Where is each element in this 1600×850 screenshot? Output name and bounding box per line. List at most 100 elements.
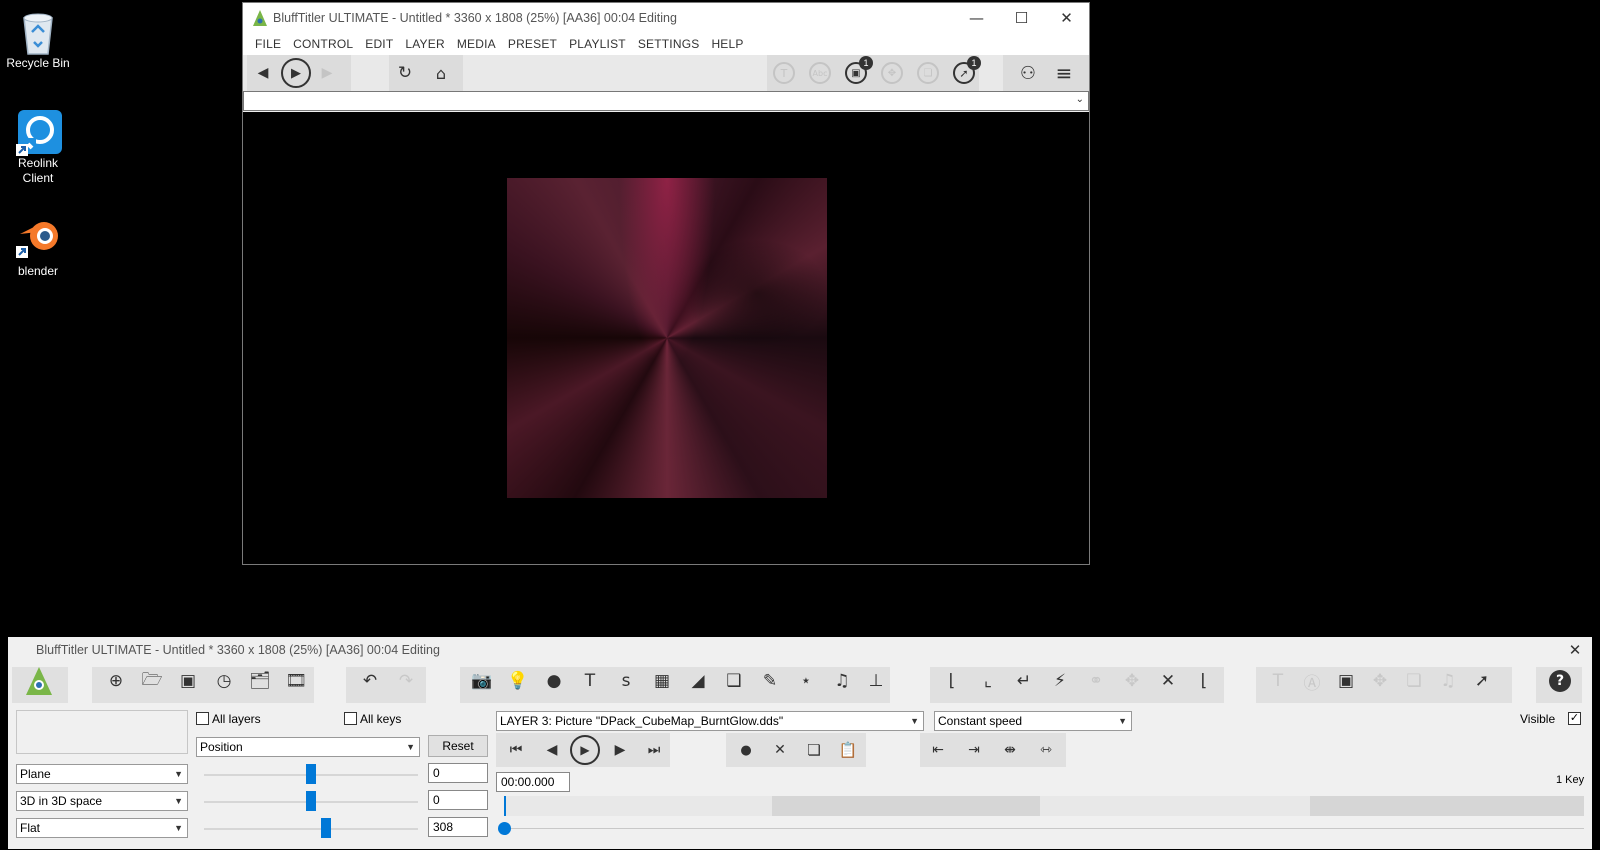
slider-thumb-z[interactable] (320, 818, 331, 838)
record-key-icon[interactable]: ● (732, 737, 760, 763)
slider-thumb-x[interactable] (306, 764, 316, 784)
all-keys-checkbox[interactable] (344, 712, 357, 725)
menu-playlist[interactable]: PLAYLIST (563, 37, 632, 51)
forward-arrow-icon[interactable]: ▶ (317, 63, 337, 83)
effects-icon[interactable]: ⋆ (788, 667, 824, 695)
undo-icon[interactable]: ↶ (352, 667, 388, 695)
open-folder-icon[interactable]: 🗁 (134, 667, 170, 695)
editor-close-button[interactable]: ✕ (1558, 637, 1592, 663)
menu-layer[interactable]: LAYER (399, 37, 450, 51)
speed-select[interactable]: Constant speed ▼ (934, 711, 1132, 731)
value-field-y[interactable]: 0 (428, 790, 488, 810)
menu-control[interactable]: CONTROL (287, 37, 359, 51)
previous-key-icon[interactable]: ◀ (538, 737, 566, 763)
desktop-icon-blender[interactable]: blender (4, 216, 72, 279)
light-icon[interactable]: 💡 (500, 667, 536, 695)
reset-button[interactable]: Reset (428, 735, 488, 757)
timeline-cursor[interactable] (504, 796, 506, 816)
cube-icon[interactable]: ❑ (716, 667, 752, 695)
minimize-button[interactable]: — (954, 3, 999, 33)
go-to-end-icon[interactable]: ⏭ (640, 737, 668, 763)
picture-layer-preview[interactable] (507, 178, 827, 498)
align-right-icon[interactable]: ⇥ (960, 737, 988, 763)
split-icon[interactable]: ⇿ (1032, 737, 1060, 763)
back-arrow-icon[interactable]: ◀ (253, 63, 273, 83)
particles-icon[interactable]: ● (536, 667, 572, 695)
menu-help[interactable]: HELP (705, 37, 749, 51)
paint-icon[interactable]: ✎ (752, 667, 788, 695)
new-show-icon[interactable]: ⊕ (98, 667, 134, 695)
camera-icon[interactable]: 📷 (464, 667, 500, 695)
explode-icon[interactable]: ✥ (1114, 667, 1150, 695)
stretch-icon[interactable]: ⇼ (996, 737, 1024, 763)
music-effect-icon[interactable]: ♫ (1430, 667, 1466, 695)
value-field-z[interactable]: 308 (428, 817, 488, 837)
desktop-icon-recycle-bin[interactable]: Recycle Bin (4, 8, 72, 71)
hamburger-menu-icon[interactable]: ≡ (1049, 61, 1079, 85)
picture-layer-icon[interactable]: ▦ (644, 667, 680, 695)
abc-icon[interactable]: Abc (809, 62, 831, 84)
lightning-icon[interactable]: ⚡ (1042, 667, 1078, 695)
next-key-icon[interactable]: ▶ (606, 737, 634, 763)
preview-combo-box[interactable]: ⌄ (243, 91, 1089, 111)
attach-layer-icon[interactable]: ⌊ (934, 667, 970, 695)
all-layers-checkbox[interactable] (196, 712, 209, 725)
redo-icon[interactable]: ↷ (388, 667, 424, 695)
hierarchy-icon[interactable]: ⌊ (1186, 667, 1222, 695)
preview-canvas[interactable] (243, 112, 1089, 564)
picture-effect-icon[interactable]: ▣ (1328, 667, 1364, 695)
menu-media[interactable]: MEDIA (451, 37, 502, 51)
scrub-handle[interactable] (498, 822, 511, 835)
delete-key-icon[interactable]: ✕ (766, 737, 794, 763)
symbol-icon[interactable]: s (608, 667, 644, 695)
abc-effect-icon[interactable]: Ⓐ (1294, 667, 1330, 695)
text-icon[interactable]: T (572, 667, 608, 695)
go-to-start-icon[interactable]: ⏮ (502, 737, 530, 763)
property-select[interactable]: Position ▼ (196, 737, 420, 757)
visible-checkbox[interactable]: ✓ (1568, 712, 1581, 725)
path-icon[interactable]: ◢ (680, 667, 716, 695)
film-icon[interactable]: 🎞 (278, 667, 314, 695)
copy-key-icon[interactable]: ❏ (800, 737, 828, 763)
menu-settings[interactable]: SETTINGS (632, 37, 706, 51)
magic-wand-tool-icon[interactable]: ➚ (1464, 667, 1500, 695)
preview-titlebar[interactable]: BluffTitler ULTIMATE - Untitled * 3360 x… (243, 3, 1089, 33)
space-select[interactable]: 3D in 3D space ▼ (16, 791, 188, 811)
text-layer-icon[interactable]: T (773, 62, 795, 84)
editor-titlebar[interactable]: BluffTitler ULTIMATE - Untitled * 3360 x… (8, 637, 1592, 663)
editor-play-button[interactable]: ▶ (570, 735, 600, 765)
import-icon[interactable]: 🗂 (242, 667, 278, 695)
attach-parent-icon[interactable]: ⌞ (970, 667, 1006, 695)
copy-layer-icon[interactable]: ❏ (917, 62, 939, 84)
slider-thumb-y[interactable] (306, 791, 316, 811)
text-effect-icon[interactable]: T (1260, 667, 1296, 695)
home-icon[interactable]: ⌂ (429, 61, 453, 85)
align-left-icon[interactable]: ⇤ (924, 737, 952, 763)
menu-edit[interactable]: EDIT (359, 37, 399, 51)
paste-key-icon[interactable]: 📋 (834, 737, 862, 763)
time-field[interactable]: 00:00.000 (496, 772, 570, 792)
vertices-icon[interactable]: ✥ (881, 62, 903, 84)
shading-select[interactable]: Flat ▼ (16, 818, 188, 838)
blufftitler-app-icon[interactable] (22, 667, 56, 695)
value-field-x[interactable]: 0 (428, 763, 488, 783)
menu-file[interactable]: FILE (249, 37, 287, 51)
layer-select[interactable]: LAYER 3: Picture "DPack_CubeMap_BurntGlo… (496, 711, 924, 731)
menu-preset[interactable]: PRESET (502, 37, 563, 51)
clock-icon[interactable]: ◷ (206, 667, 242, 695)
play-button[interactable]: ▶ (281, 58, 311, 88)
maximize-button[interactable]: ☐ (999, 3, 1044, 33)
shape-select[interactable]: Plane ▼ (16, 764, 188, 784)
close-button[interactable]: ✕ (1044, 3, 1089, 33)
resolution-icon[interactable]: ▣ (170, 667, 206, 695)
help-icon[interactable]: ? (1542, 667, 1578, 695)
music-icon[interactable]: ♫ (824, 667, 860, 695)
vertices-effect-icon[interactable]: ✥ (1362, 667, 1398, 695)
link-icon[interactable]: ↵ (1006, 667, 1042, 695)
refresh-icon[interactable]: ↻ (393, 61, 417, 85)
community-icon[interactable]: ⚇ (1013, 61, 1043, 85)
copy-effect-icon[interactable]: ❏ (1396, 667, 1432, 695)
audio-layer-icon[interactable]: ⊥ (858, 667, 894, 695)
detach-icon[interactable]: ✕ (1150, 667, 1186, 695)
timeline-bar[interactable] (504, 796, 1584, 816)
